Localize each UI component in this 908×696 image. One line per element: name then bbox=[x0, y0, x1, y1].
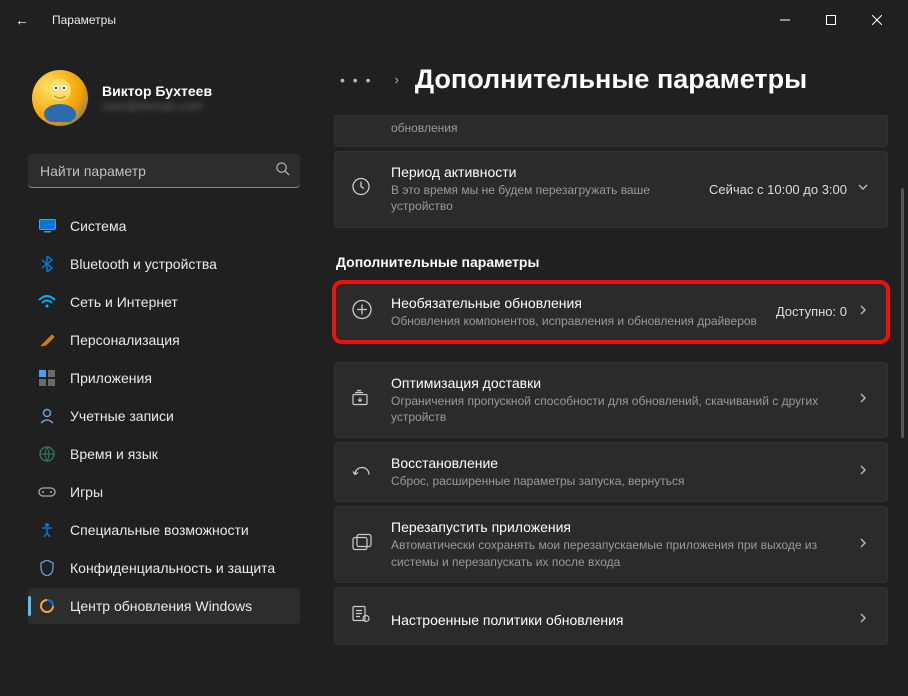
nav-accessibility[interactable]: Специальные возможности bbox=[28, 512, 300, 548]
card-update-policies[interactable]: Настроенные политики обновления bbox=[334, 587, 888, 645]
nav-label: Система bbox=[70, 218, 126, 234]
card-restart-apps[interactable]: Перезапустить приложения Автоматически с… bbox=[334, 506, 888, 582]
main-panel: • • • › Дополнительные параметры обновле… bbox=[310, 40, 908, 696]
card-sub: Сброс, расширенные параметры запуска, ве… bbox=[391, 473, 847, 489]
delivery-icon bbox=[351, 388, 373, 411]
card-title: Оптимизация доставки bbox=[391, 375, 847, 391]
close-button[interactable] bbox=[854, 4, 900, 36]
scrollbar-thumb[interactable] bbox=[901, 188, 904, 438]
card-title: Настроенные политики обновления bbox=[391, 612, 847, 628]
person-icon bbox=[38, 407, 56, 425]
breadcrumb-ellipsis[interactable]: • • • bbox=[334, 68, 378, 92]
shield-icon bbox=[38, 559, 56, 577]
page-title: Дополнительные параметры bbox=[415, 64, 807, 95]
section-header: Дополнительные параметры bbox=[336, 254, 888, 270]
chevron-right-icon: › bbox=[394, 72, 398, 87]
card-update-partial[interactable]: обновления bbox=[334, 115, 888, 147]
nav-system[interactable]: Система bbox=[28, 208, 300, 244]
search-box[interactable] bbox=[28, 154, 300, 188]
card-title: Необязательные обновления bbox=[391, 295, 766, 311]
card-title: Восстановление bbox=[391, 455, 847, 471]
nav-gaming[interactable]: Игры bbox=[28, 474, 300, 510]
nav-network[interactable]: Сеть и Интернет bbox=[28, 284, 300, 320]
bluetooth-icon bbox=[38, 255, 56, 273]
chevron-right-icon bbox=[857, 536, 869, 554]
nav-label: Время и язык bbox=[70, 446, 158, 462]
policy-icon bbox=[351, 604, 371, 627]
card-activity-period[interactable]: Период активности В это время мы не буде… bbox=[334, 151, 888, 227]
nav-label: Приложения bbox=[70, 370, 152, 386]
nav-label: Игры bbox=[70, 484, 103, 500]
card-delivery-optimization[interactable]: Оптимизация доставки Ограничения пропуск… bbox=[334, 362, 888, 438]
avatar bbox=[32, 70, 88, 126]
restart-apps-icon bbox=[351, 533, 373, 556]
nav-privacy[interactable]: Конфиденциальность и защита bbox=[28, 550, 300, 586]
nav-label: Центр обновления Windows bbox=[70, 598, 252, 614]
globe-icon bbox=[38, 445, 56, 463]
card-sub: Автоматически сохранять мои перезапускае… bbox=[391, 537, 847, 569]
card-value: Доступно: 0 bbox=[776, 304, 847, 319]
nav-label: Конфиденциальность и защита bbox=[70, 560, 275, 576]
card-title: Период активности bbox=[391, 164, 699, 180]
titlebar: ← Параметры bbox=[0, 0, 908, 40]
chevron-right-icon bbox=[857, 303, 869, 321]
card-sub: В это время мы не будем перезагружать ва… bbox=[391, 182, 699, 214]
nav-label: Специальные возможности bbox=[70, 522, 249, 538]
nav-label: Учетные записи bbox=[70, 408, 174, 424]
nav-accounts[interactable]: Учетные записи bbox=[28, 398, 300, 434]
nav-apps[interactable]: Приложения bbox=[28, 360, 300, 396]
recovery-icon bbox=[351, 461, 373, 484]
clock-icon bbox=[351, 177, 371, 202]
accessibility-icon bbox=[38, 521, 56, 539]
sidebar: Виктор Бухтеев user@domain.com Система B… bbox=[0, 40, 310, 696]
nav-time-language[interactable]: Время и язык bbox=[28, 436, 300, 472]
profile-block[interactable]: Виктор Бухтеев user@domain.com bbox=[28, 40, 300, 144]
search-input[interactable] bbox=[28, 154, 300, 188]
nav-bluetooth[interactable]: Bluetooth и устройства bbox=[28, 246, 300, 282]
nav-label: Сеть и Интернет bbox=[70, 294, 178, 310]
chevron-right-icon bbox=[857, 463, 869, 481]
chevron-right-icon bbox=[857, 611, 869, 629]
wifi-icon bbox=[38, 293, 56, 311]
minimize-button[interactable] bbox=[762, 4, 808, 36]
nav-label: Персонализация bbox=[70, 332, 180, 348]
gamepad-icon bbox=[38, 483, 56, 501]
card-sub: Ограничения пропускной способности для о… bbox=[391, 393, 847, 425]
nav-windows-update[interactable]: Центр обновления Windows bbox=[28, 588, 300, 624]
search-icon bbox=[275, 161, 290, 181]
app-title: Параметры bbox=[52, 13, 116, 27]
apps-icon bbox=[38, 369, 56, 387]
monitor-icon bbox=[38, 217, 56, 235]
brush-icon bbox=[38, 331, 56, 349]
card-recovery[interactable]: Восстановление Сброс, расширенные параме… bbox=[334, 442, 888, 502]
chevron-right-icon bbox=[857, 391, 869, 409]
card-sub: обновления bbox=[391, 120, 859, 136]
profile-name: Виктор Бухтеев bbox=[102, 83, 212, 99]
nav-label: Bluetooth и устройства bbox=[70, 256, 217, 272]
card-optional-updates[interactable]: Необязательные обновления Обновления ком… bbox=[334, 282, 888, 342]
back-button[interactable]: ← bbox=[8, 6, 36, 34]
nav-list: Система Bluetooth и устройства Сеть и Ин… bbox=[28, 208, 300, 624]
update-icon bbox=[38, 597, 56, 615]
nav-personalization[interactable]: Персонализация bbox=[28, 322, 300, 358]
card-value: Сейчас с 10:00 до 3:00 bbox=[709, 182, 847, 197]
profile-email: user@domain.com bbox=[102, 99, 212, 113]
maximize-button[interactable] bbox=[808, 4, 854, 36]
plus-circle-icon bbox=[351, 298, 373, 325]
card-title: Перезапустить приложения bbox=[391, 519, 847, 535]
card-sub: Обновления компонентов, исправления и об… bbox=[391, 313, 766, 329]
chevron-down-icon bbox=[857, 180, 869, 198]
breadcrumb: • • • › Дополнительные параметры bbox=[334, 64, 888, 95]
